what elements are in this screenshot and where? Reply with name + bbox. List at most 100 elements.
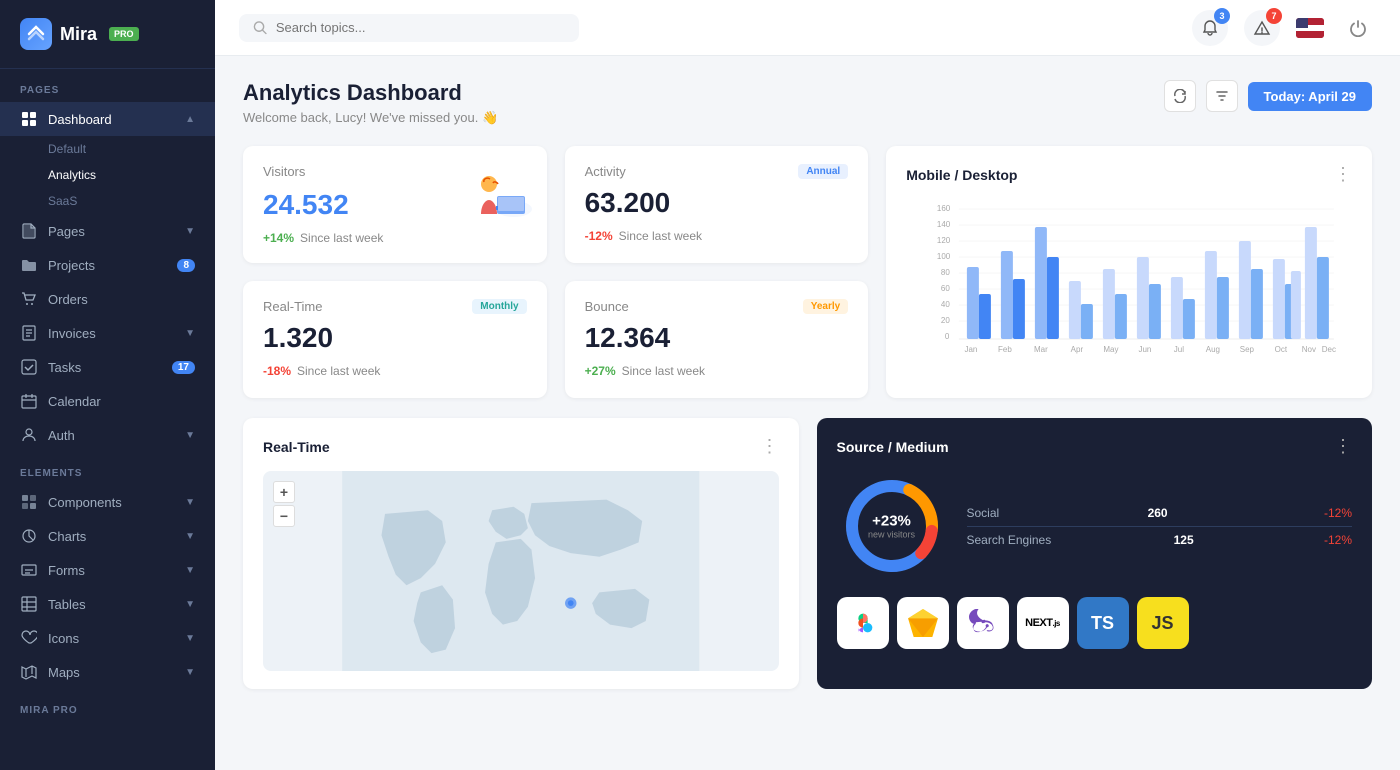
notifications-button[interactable]: 3 xyxy=(1192,10,1228,46)
receipt-icon xyxy=(20,324,38,342)
chevron-down-icon-comp: ▼ xyxy=(185,497,195,508)
sidebar-item-tables[interactable]: Tables ▼ xyxy=(0,587,215,621)
svg-text:0: 0 xyxy=(945,332,950,341)
source-list: Social 260 -12% Search Engines 125 -12% xyxy=(967,500,1353,553)
content-area: Analytics Dashboard Welcome back, Lucy! … xyxy=(215,56,1400,770)
svg-text:Dec: Dec xyxy=(1322,345,1336,354)
projects-badge: 8 xyxy=(177,259,195,272)
refresh-button[interactable] xyxy=(1164,80,1196,112)
source-menu-button[interactable]: ⋮ xyxy=(1334,436,1352,457)
sidebar-item-forms[interactable]: Forms ▼ xyxy=(0,553,215,587)
source-row-social: Social 260 -12% xyxy=(967,500,1353,527)
realtime-map-card: Real-Time ⋮ + − xyxy=(243,418,799,689)
cart-icon xyxy=(20,290,38,308)
sidebar-item-label-tables: Tables xyxy=(48,597,175,612)
logo-text: Mira xyxy=(60,24,97,45)
visitors-card: Visitors 24.532 +14% Since last week xyxy=(243,146,547,263)
donut-chart: +23% new visitors xyxy=(837,471,947,581)
svg-text:Jul: Jul xyxy=(1174,345,1184,354)
sidebar-sub-saas[interactable]: SaaS xyxy=(48,188,215,214)
map-header: Real-Time ⋮ xyxy=(263,436,779,457)
sidebar-item-tasks[interactable]: Tasks 17 xyxy=(0,350,215,384)
bounce-value: 12.364 xyxy=(585,322,849,354)
nextjs-logo: NEXT.js xyxy=(1017,597,1069,649)
source-value-social: 260 xyxy=(1148,506,1168,520)
svg-text:40: 40 xyxy=(941,300,950,309)
search-wrap[interactable] xyxy=(239,14,579,42)
sidebar-item-projects[interactable]: Projects 8 xyxy=(0,248,215,282)
page-header: Analytics Dashboard Welcome back, Lucy! … xyxy=(243,80,1372,126)
sidebar-item-label-maps: Maps xyxy=(48,665,175,680)
figma-logo xyxy=(837,597,889,649)
visitors-change-desc: Since last week xyxy=(300,231,383,245)
activity-value: 63.200 xyxy=(585,187,849,219)
search-input[interactable] xyxy=(276,20,565,35)
map-controls: + − xyxy=(273,481,295,527)
activity-change-desc: Since last week xyxy=(619,229,702,243)
donut-sublabel: new visitors xyxy=(868,530,915,540)
svg-text:May: May xyxy=(1104,345,1119,354)
map-container: + − xyxy=(263,471,779,671)
sidebar-sub-default[interactable]: Default xyxy=(48,136,215,162)
sidebar-item-icons[interactable]: Icons ▼ xyxy=(0,621,215,655)
chart-menu-button[interactable]: ⋮ xyxy=(1334,164,1352,185)
javascript-logo: JS xyxy=(1137,597,1189,649)
chevron-up-icon: ▲ xyxy=(185,114,195,125)
sidebar-item-calendar[interactable]: Calendar xyxy=(0,384,215,418)
chevron-down-icon-auth: ▼ xyxy=(185,430,195,441)
sidebar-item-label-invoices: Invoices xyxy=(48,326,175,341)
map-zoom-in[interactable]: + xyxy=(273,481,295,503)
sidebar-item-invoices[interactable]: Invoices ▼ xyxy=(0,316,215,350)
sidebar-item-charts[interactable]: Charts ▼ xyxy=(0,519,215,553)
power-button[interactable] xyxy=(1340,10,1376,46)
realtime-value: 1.320 xyxy=(263,322,527,354)
sidebar-sub-dashboard: Default Analytics SaaS xyxy=(0,136,215,214)
logo-icon xyxy=(20,18,52,50)
sidebar-item-pages[interactable]: Pages ▼ xyxy=(0,214,215,248)
sidebar: Mira PRO PAGES Dashboard ▲ Default Analy… xyxy=(0,0,215,770)
realtime-change-pct: -18% xyxy=(263,364,291,378)
source-name-social: Social xyxy=(967,506,1000,520)
map-title: Real-Time xyxy=(263,439,761,455)
bounce-badge: Yearly xyxy=(803,299,848,314)
sidebar-item-auth[interactable]: Auth ▼ xyxy=(0,418,215,452)
tasks-badge: 17 xyxy=(172,361,195,374)
activity-change-pct: -12% xyxy=(585,229,613,243)
sidebar-item-label-pages: Pages xyxy=(48,224,175,239)
source-card-title: Source / Medium xyxy=(837,439,1335,455)
chevron-down-icon-maps: ▼ xyxy=(185,667,195,678)
sidebar-item-orders[interactable]: Orders xyxy=(0,282,215,316)
sidebar-item-dashboard[interactable]: Dashboard ▲ xyxy=(0,102,215,136)
language-flag[interactable] xyxy=(1296,18,1324,38)
sidebar-item-label-tasks: Tasks xyxy=(48,360,162,375)
bounce-label: Bounce xyxy=(585,299,803,314)
pie-icon xyxy=(20,527,38,545)
top-stats-row: Visitors 24.532 +14% Since last week xyxy=(243,146,1372,398)
source-medium-card: Source / Medium ⋮ xyxy=(817,418,1373,689)
svg-text:Sep: Sep xyxy=(1240,345,1255,354)
sidebar-item-label-orders: Orders xyxy=(48,292,195,307)
source-content: +23% new visitors Social 260 -12% Search… xyxy=(837,471,1353,581)
donut-center: +23% new visitors xyxy=(868,513,915,540)
chevron-down-icon-forms: ▼ xyxy=(185,565,195,576)
search-icon xyxy=(253,20,268,36)
map-menu-button[interactable]: ⋮ xyxy=(761,436,779,457)
sidebar-item-label-dashboard: Dashboard xyxy=(48,112,175,127)
donut-pct: +23% xyxy=(868,513,915,530)
user-icon xyxy=(20,426,38,444)
realtime-label: Real-Time xyxy=(263,299,472,314)
sidebar-item-maps[interactable]: Maps ▼ xyxy=(0,655,215,689)
page-title: Analytics Dashboard xyxy=(243,80,1164,106)
sidebar-sub-analytics[interactable]: Analytics xyxy=(48,162,215,188)
alerts-button[interactable]: 7 xyxy=(1244,10,1280,46)
sidebar-item-components[interactable]: Components ▼ xyxy=(0,485,215,519)
today-button[interactable]: Today: April 29 xyxy=(1248,82,1372,111)
svg-text:Apr: Apr xyxy=(1071,345,1084,354)
visitors-change-pct: +14% xyxy=(263,231,294,245)
map-zoom-out[interactable]: − xyxy=(273,505,295,527)
filter-button[interactable] xyxy=(1206,80,1238,112)
activity-label: Activity xyxy=(585,164,799,179)
stats-left-col: Visitors 24.532 +14% Since last week xyxy=(243,146,547,398)
realtime-card: Real-Time Monthly 1.320 -18% Since last … xyxy=(243,281,547,398)
typescript-logo: TS xyxy=(1077,597,1129,649)
